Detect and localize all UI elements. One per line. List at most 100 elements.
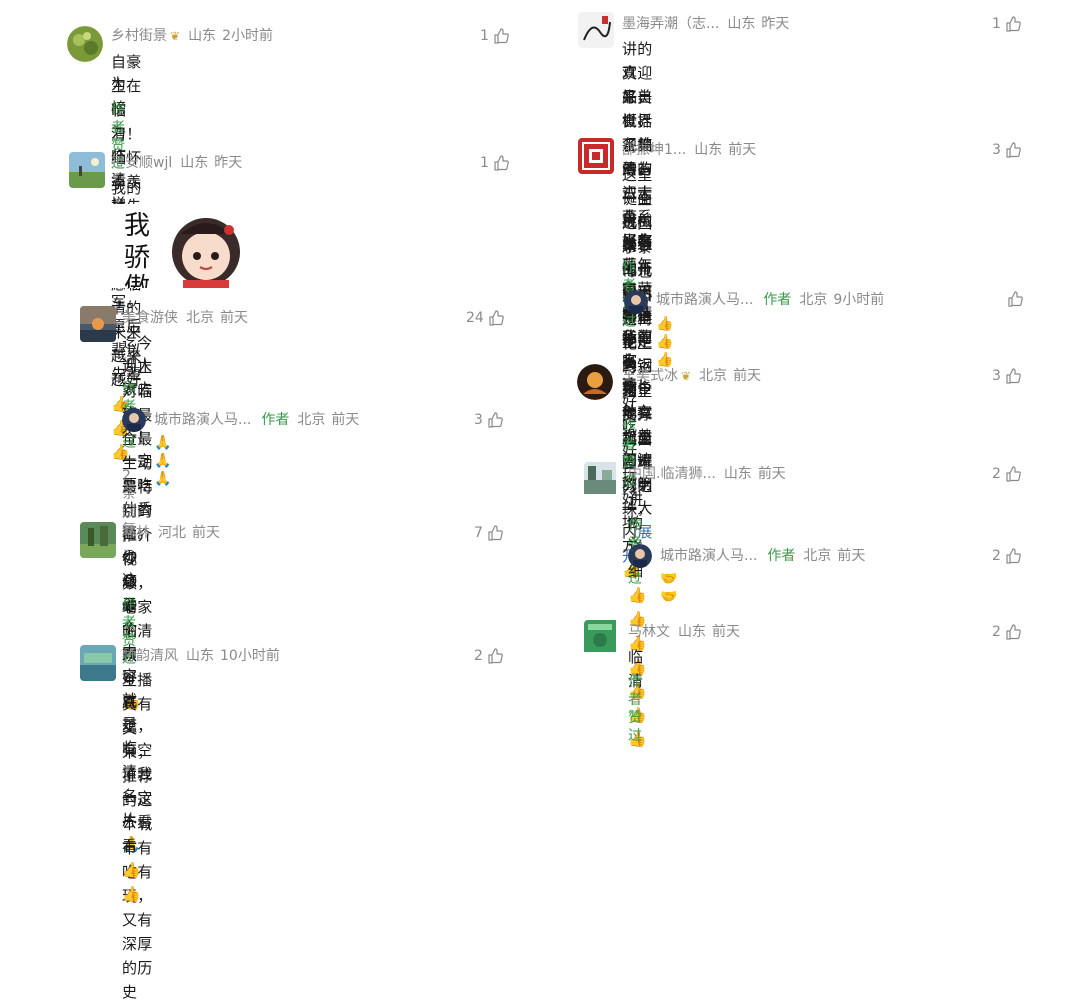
location: 北京 (799, 292, 828, 308)
avatar[interactable] (80, 522, 116, 558)
username[interactable]: 竹韵清风 (122, 648, 178, 664)
like-count: 2 (992, 548, 1001, 564)
thumbs-up-icon (488, 648, 503, 664)
right-comment-column: 墨海弄潮（志... 山东 昨天 1 讲的真好，概括了临清的古今。好客山东，临清我的家… (540, 0, 1080, 748)
thumbs-up-icon (1006, 16, 1021, 32)
avatar[interactable] (577, 364, 613, 400)
sticker-char: 我 (124, 211, 150, 241)
author-liked-label: 作者赞过 (628, 674, 642, 744)
timestamp: 前天 (712, 624, 740, 640)
avatar[interactable] (578, 138, 614, 174)
username[interactable]: 平安顺wjl (111, 155, 172, 171)
avatar[interactable] (584, 462, 620, 498)
sticker-char: 骄 (124, 243, 150, 273)
like-button[interactable]: 2 (474, 647, 503, 665)
thumbs-up-icon (494, 155, 509, 171)
avatar[interactable] (122, 408, 146, 432)
timestamp: 2小时前 (222, 28, 273, 44)
username[interactable]: 城市路演人马... (660, 548, 757, 564)
comment-text-line: 底蕴，有空了我一定去看看👍👍 (122, 693, 153, 903)
username[interactable]: 美食游侠 (122, 310, 178, 326)
thumbs-up-icon (489, 310, 504, 326)
timestamp: 10小时前 (220, 648, 280, 664)
like-button[interactable]: 1 (480, 27, 509, 45)
timestamp: 昨天 (214, 155, 243, 171)
thumbs-up-icon (488, 525, 503, 541)
badge-icon: ❦ (681, 369, 692, 383)
reply-meta: 城市路演人马... 作者 北京 9小时前 (656, 291, 884, 309)
username[interactable]: 邵振坤1... (622, 142, 686, 158)
location: 北京 (699, 368, 728, 384)
username[interactable]: 中国.临清狮... (628, 466, 716, 482)
reply-emoji: 🙏🙏🙏 (154, 435, 173, 487)
thumbs-up-icon (1008, 291, 1023, 307)
thumbs-up-icon (1006, 548, 1021, 564)
avatar[interactable] (578, 12, 614, 48)
thumbs-up-icon (1006, 466, 1021, 482)
avatar[interactable] (584, 620, 620, 656)
avatar[interactable] (67, 26, 103, 62)
author-tag: 作者 (763, 292, 792, 308)
like-button[interactable]: 3 (474, 411, 503, 429)
expand-replies-link[interactable]: 2条回复 ⌄ (122, 467, 136, 558)
like-button[interactable]: 24 (466, 309, 504, 327)
username[interactable]: 马林文 (628, 624, 670, 640)
like-button[interactable]: 2 (992, 547, 1021, 565)
username[interactable]: 城市路演人马... (656, 292, 753, 308)
avatar[interactable] (628, 544, 652, 568)
like-button[interactable]: 2 (992, 623, 1021, 641)
username[interactable]: 林林 (122, 525, 150, 541)
comment-meta: 竹韵清风 山东 10小时前 (122, 647, 280, 665)
location: 山东 (678, 624, 706, 640)
timestamp: 前天 (757, 466, 786, 482)
timestamp: 前天 (331, 412, 360, 428)
timestamp: 前天 (192, 525, 220, 541)
thumbs-up-icon (1006, 368, 1021, 384)
thumbs-up-icon (1006, 142, 1021, 158)
thumbs-up-icon (1006, 624, 1021, 640)
timestamp: 前天 (220, 310, 248, 326)
avatar[interactable] (624, 290, 648, 314)
like-count: 3 (992, 142, 1001, 158)
like-count: 3 (992, 368, 1001, 384)
reply-meta: 城市路演人马... 作者 北京 前天 (154, 411, 359, 429)
username[interactable]: 城市路演人马... (154, 412, 251, 428)
like-count: 24 (466, 310, 484, 326)
reply-emoji: 👍👍👍 (656, 316, 675, 368)
comment-meta: 中国.临清狮... 山东 前天 (628, 465, 786, 483)
username[interactable]: 墨海弄潮（志... (622, 16, 719, 32)
author-tag: 作者 (767, 548, 796, 564)
timestamp: 前天 (837, 548, 866, 564)
comment-meta: 马林文 山东 前天 (628, 623, 740, 641)
left-comment-column: 乡村街景❦山东2小时前 1 自豪生在临清！缅怀季羡林先生张自忠将军。愿后辈以先辈… (0, 0, 540, 1001)
reply-emoji: 🤝🤝 (660, 571, 679, 605)
like-button[interactable]: 3 (992, 141, 1021, 159)
thumbs-up-icon (488, 412, 503, 428)
location: 北京 (186, 310, 214, 326)
avatar[interactable] (69, 152, 105, 188)
location: 北京 (803, 548, 832, 564)
location: 山东 (180, 155, 209, 171)
like-button[interactable]: 1 (480, 154, 509, 172)
sticker-image[interactable]: 我 骄 傲 (111, 204, 251, 288)
like-button[interactable] (1007, 291, 1023, 307)
timestamp: 前天 (728, 142, 757, 158)
like-button[interactable]: 3 (992, 367, 1021, 385)
like-count: 3 (474, 412, 483, 428)
like-count: 1 (480, 155, 489, 171)
comment-meta: 林林 河北 前天 (122, 524, 220, 542)
location: 北京 (297, 412, 326, 428)
timestamp: 9小时前 (833, 292, 885, 308)
username[interactable]: 乡村街景 (111, 28, 167, 44)
like-button[interactable]: 2 (992, 465, 1021, 483)
like-count: 2 (992, 624, 1001, 640)
like-button[interactable]: 7 (474, 524, 503, 542)
location: 山东 (186, 648, 214, 664)
avatar[interactable] (80, 306, 116, 342)
like-count: 1 (992, 16, 1001, 32)
username[interactable]: 王美式冰 (622, 368, 678, 384)
like-count: 2 (474, 648, 483, 664)
location: 河北 (158, 525, 186, 541)
avatar[interactable] (80, 645, 116, 681)
like-button[interactable]: 1 (992, 15, 1021, 33)
